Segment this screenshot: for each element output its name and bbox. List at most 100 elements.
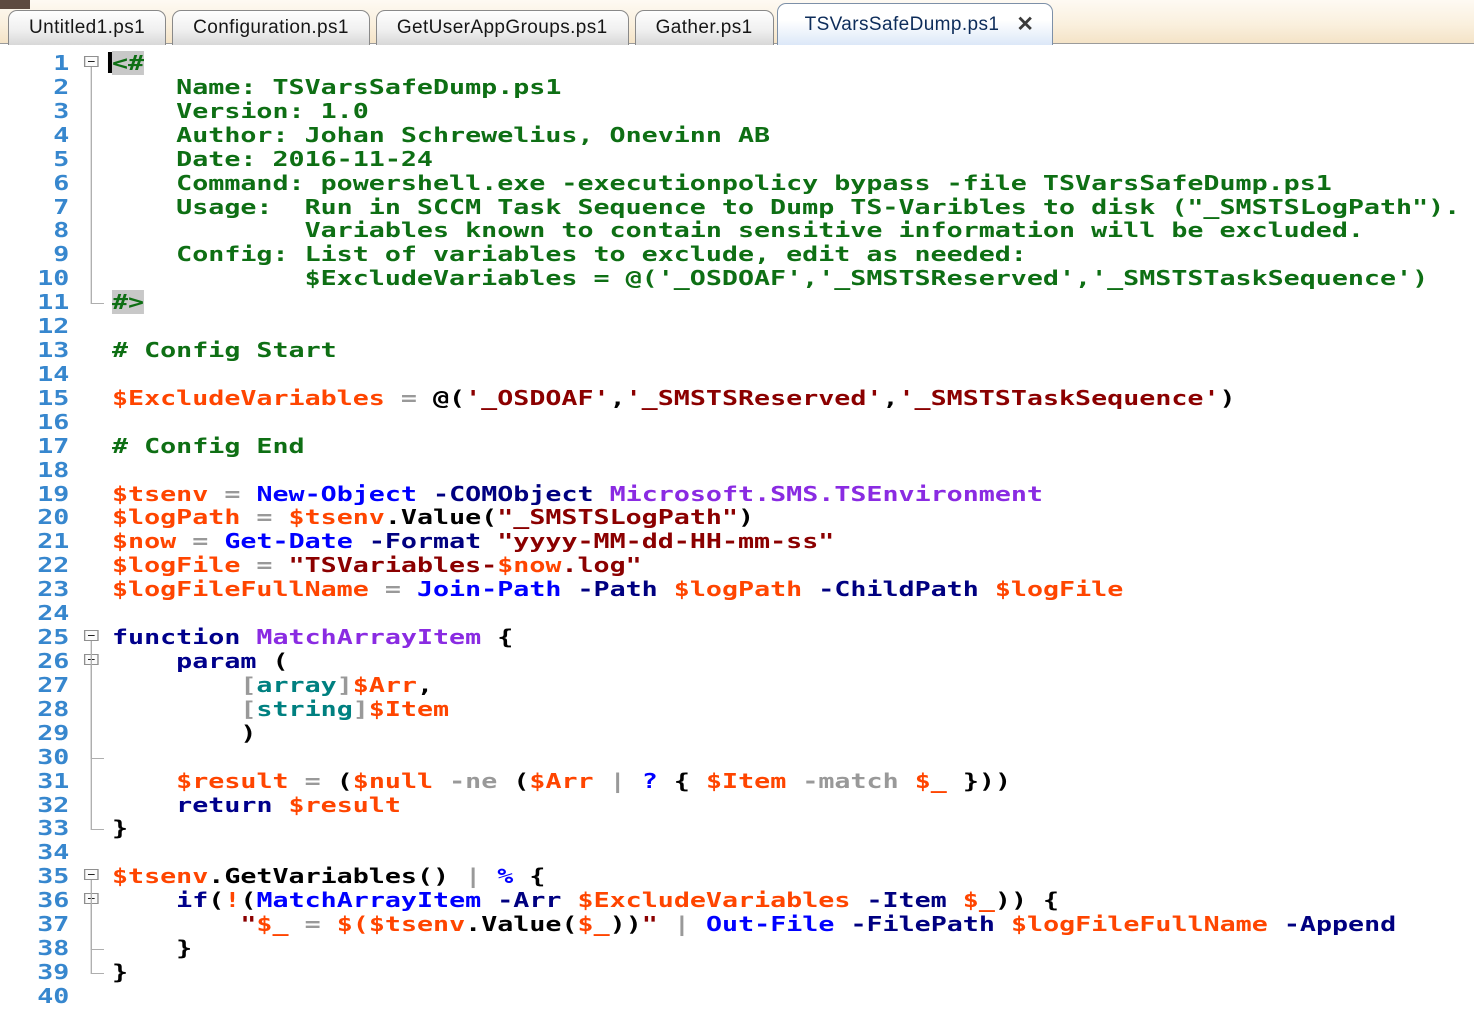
code-line[interactable]: 32 return $result [0,793,1474,817]
code-line[interactable]: 6 Command: powershell.exe -executionpoli… [0,171,1474,195]
code-line[interactable]: 33} [0,816,1474,840]
code-line[interactable]: 37 "$_ = $($tsenv.Value($_))" | Out-File… [0,912,1474,936]
token-op: ] [337,673,353,697]
code-line[interactable]: 15$ExcludeVariables = @('_OSDOAF','_SMST… [0,386,1474,410]
token-pln: , [882,386,898,410]
code-text: $now = Get-Date -Format "yyyy-MM-dd-HH-m… [112,529,834,553]
token-pln: .Value( [385,505,497,529]
fold-guide-end [91,303,104,304]
token-com: Name: TSVarsSafeDump.ps1 [112,75,561,99]
code-line[interactable]: 4 Author: Johan Schrewelius, Onevinn AB [0,123,1474,147]
code-line[interactable]: 13# Config Start [0,338,1474,362]
tab-gather-ps1[interactable]: Gather.ps1 [635,10,774,45]
token-var: $logPath [674,577,802,601]
code-line[interactable]: 18 [0,458,1474,482]
fold-guide-end [91,758,104,759]
code-line[interactable]: 8 Variables known to contain sensitive i… [0,218,1474,242]
token-com: Config: List of variables to exclude, ed… [112,242,1027,266]
code-line[interactable]: 14 [0,362,1474,386]
token-hl: #> [112,290,144,314]
tab-getuserappgroups-ps1[interactable]: GetUserAppGroups.ps1 [376,10,629,45]
code-line[interactable]: 10 $ExcludeVariables = @('_OSDOAF','_SMS… [0,266,1474,290]
code-text: Command: powershell.exe -executionpolicy… [112,171,1332,195]
code-line[interactable]: 1<# [0,51,1474,75]
tab-configuration-ps1[interactable]: Configuration.ps1 [172,10,370,45]
token-str: " [642,912,658,936]
token-pln [481,529,497,553]
tab-label: GetUserAppGroups.ps1 [397,17,608,39]
code-line[interactable]: 24 [0,601,1474,625]
token-op: [ [240,697,256,721]
code-line[interactable]: 21$now = Get-Date -Format "yyyy-MM-dd-HH… [0,529,1474,553]
script-editor-pane[interactable]: 1<#2 Name: TSVarsSafeDump.ps13 Version: … [0,44,1474,1033]
code-text: $tsenv.GetVariables() | % { [112,864,545,888]
code-line[interactable]: 7 Usage: Run in SCCM Task Sequence to Du… [0,195,1474,219]
code-line[interactable]: 17# Config End [0,434,1474,458]
line-number: 20 [0,505,69,529]
fold-guide-end [91,829,104,830]
tab-untitled1-ps1[interactable]: Untitled1.ps1 [8,10,166,45]
code-line[interactable]: 11#> [0,290,1474,314]
code-line[interactable]: 40 [0,984,1474,1008]
line-number: 12 [0,314,69,338]
token-kw: function [112,625,240,649]
code-line[interactable]: 23$logFileFullName = Join-Path -Path $lo… [0,577,1474,601]
code-line[interactable]: 5 Date: 2016-11-24 [0,147,1474,171]
line-number: 37 [0,912,69,936]
token-pln [401,577,417,601]
token-pln [561,888,577,912]
token-op: [ [240,673,256,697]
code-line[interactable]: 36 if(!(MatchArrayItem -Arr $ExcludeVari… [0,888,1474,912]
token-par: -ChildPath [818,577,979,601]
token-pln [321,912,337,936]
token-pln [112,769,176,793]
token-var: $tsenv [289,505,385,529]
code-line[interactable]: 34 [0,840,1474,864]
code-line[interactable]: 2 Name: TSVarsSafeDump.ps1 [0,75,1474,99]
code-text: $ExcludeVariables = @('_OSDOAF','_SMSTSR… [112,386,1236,410]
fold-collapse-icon[interactable] [84,869,99,880]
token-pln: { [658,769,706,793]
code-line[interactable]: 20$logPath = $tsenv.Value("_SMSTSLogPath… [0,505,1474,529]
token-com: $ExcludeVariables = @('_OSDOAF','_SMSTSR… [112,266,1428,290]
code-line[interactable]: 25function MatchArrayItem { [0,625,1474,649]
token-pln: .GetVariables() [208,864,465,888]
code-line[interactable]: 39} [0,960,1474,984]
close-tab-icon[interactable]: ✕ [1016,14,1034,35]
code-line[interactable]: 9 Config: List of variables to exclude, … [0,242,1474,266]
code-line[interactable]: 19$tsenv = New-Object -COMObject Microso… [0,482,1474,506]
tab-label: Untitled1.ps1 [29,17,145,39]
code-line[interactable]: 28 [string]$Item [0,697,1474,721]
code-line[interactable]: 26 param ( [0,649,1474,673]
tab-tsvarssafedump-ps1[interactable]: TSVarsSafeDump.ps1✕ [777,3,1054,45]
token-var: $tsenv [112,482,208,506]
code-line[interactable]: 29 ) [0,721,1474,745]
code-line[interactable]: 38 } [0,936,1474,960]
token-var: $null [353,769,433,793]
code-line[interactable]: 22$logFile = "TSVariables-$now.log" [0,553,1474,577]
code-line[interactable]: 12 [0,314,1474,338]
token-op: | [674,912,690,936]
line-number: 34 [0,840,69,864]
token-var: $( [337,912,369,936]
fold-collapse-icon[interactable] [84,630,99,641]
code-line[interactable]: 35$tsenv.GetVariables() | % { [0,864,1474,888]
code-text: } [112,816,128,840]
fold-collapse-icon[interactable] [84,56,99,67]
token-cmd: % [497,864,513,888]
token-typ: string [256,697,352,721]
code-line[interactable]: 3 Version: 1.0 [0,99,1474,123]
token-cmd: New-Object [256,482,417,506]
token-pln [626,769,642,793]
code-line[interactable]: 31 $result = ($null -ne ($Arr | ? { $Ite… [0,769,1474,793]
token-pln: )) { [995,888,1059,912]
token-pln [481,864,497,888]
code-line[interactable]: 16 [0,410,1474,434]
token-pln [995,912,1011,936]
token-pln [433,769,449,793]
code-line[interactable]: 30 [0,745,1474,769]
token-var: $logFile [995,577,1123,601]
code-line[interactable]: 27 [array]$Arr, [0,673,1474,697]
token-pln [272,505,288,529]
line-number: 23 [0,577,69,601]
